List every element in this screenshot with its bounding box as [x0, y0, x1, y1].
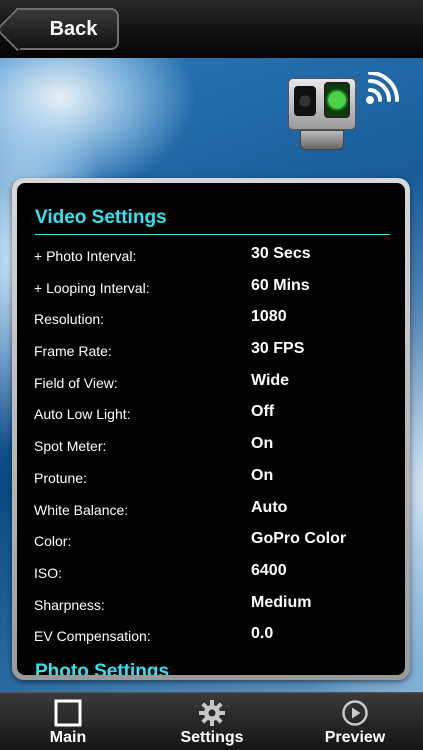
camera-status-light: [324, 82, 350, 118]
setting-row-field-of-view[interactable]: Field of View: Wide: [17, 365, 405, 397]
setting-row-looping-interval[interactable]: + Looping Interval: 60 Mins: [17, 270, 405, 302]
setting-value: 0.0: [251, 625, 274, 643]
setting-value: GoPro Color: [251, 530, 347, 548]
setting-label: Protune:: [34, 469, 87, 486]
tab-label: Main: [49, 729, 87, 746]
camera-lens: [294, 86, 316, 116]
setting-value: 1080: [251, 308, 287, 326]
gear-icon: [199, 700, 225, 726]
tab-main[interactable]: Main: [8, 693, 128, 750]
setting-row-resolution[interactable]: Resolution: 1080: [17, 301, 405, 333]
setting-row-frame-rate[interactable]: Frame Rate: 30 FPS: [17, 333, 405, 365]
setting-label: Resolution:: [34, 311, 105, 328]
setting-label: Auto Low Light:: [34, 406, 131, 423]
photo-settings-title: Photo Settings: [35, 661, 170, 675]
setting-value: 60 Mins: [251, 276, 310, 294]
settings-panel[interactable]: Video Settings + Photo Interval: 30 Secs…: [17, 183, 405, 675]
setting-label: + Looping Interval:: [34, 279, 150, 296]
setting-label: Color:: [34, 533, 72, 550]
setting-value: Wide: [251, 371, 290, 389]
setting-label: + Photo Interval:: [34, 248, 137, 264]
bottom-tab-bar: Main Settings Preview: [0, 692, 423, 750]
back-button-label: Back: [49, 17, 98, 40]
setting-row-white-balance[interactable]: White Balance: Auto: [17, 492, 405, 524]
setting-label: Frame Rate:: [34, 343, 112, 360]
setting-value: On: [251, 466, 274, 484]
video-settings-list: + Photo Interval: 30 Secs + Looping Inte…: [17, 238, 405, 650]
setting-label: ISO:: [34, 564, 63, 581]
setting-row-protune[interactable]: Protune: On: [17, 460, 405, 492]
setting-value: On: [251, 435, 274, 453]
setting-label: Sharpness:: [34, 596, 105, 613]
setting-row-auto-low-light[interactable]: Auto Low Light: Off: [17, 396, 405, 428]
setting-value: 6400: [251, 561, 287, 579]
setting-value: 30 Secs: [251, 245, 311, 262]
setting-label: White Balance:: [34, 501, 129, 518]
tab-preview[interactable]: Preview: [295, 693, 415, 750]
back-button[interactable]: Back: [16, 8, 119, 50]
setting-label: Spot Meter:: [34, 438, 107, 455]
camera-mount: [300, 130, 344, 150]
wifi-icon: [366, 72, 399, 104]
setting-row-photo-interval[interactable]: + Photo Interval: 30 Secs: [17, 238, 405, 270]
setting-row-color[interactable]: Color: GoPro Color: [17, 523, 405, 555]
setting-row-iso[interactable]: ISO: 6400: [17, 555, 405, 587]
setting-label: Field of View:: [34, 374, 118, 391]
video-settings-title: Video Settings: [35, 207, 167, 228]
tab-label: Preview: [324, 729, 386, 746]
square-icon: [54, 699, 82, 727]
setting-value: Medium: [251, 593, 312, 611]
setting-value: Auto: [251, 498, 288, 516]
play-circle-icon: [342, 700, 368, 726]
tab-label: Settings: [180, 729, 244, 746]
camera-icon: [288, 74, 362, 152]
top-bar: Back: [0, 0, 423, 58]
setting-value: Off: [251, 403, 275, 421]
setting-value: 30 FPS: [251, 340, 305, 358]
setting-row-sharpness[interactable]: Sharpness: Medium: [17, 587, 405, 619]
tab-settings[interactable]: Settings: [152, 693, 272, 750]
setting-row-ev-compensation[interactable]: EV Compensation: 0.0: [17, 618, 405, 650]
setting-row-spot-meter[interactable]: Spot Meter: On: [17, 428, 405, 460]
section-divider: [35, 234, 390, 235]
setting-label: EV Compensation:: [34, 628, 151, 645]
settings-panel-frame: Video Settings + Photo Interval: 30 Secs…: [12, 178, 410, 680]
